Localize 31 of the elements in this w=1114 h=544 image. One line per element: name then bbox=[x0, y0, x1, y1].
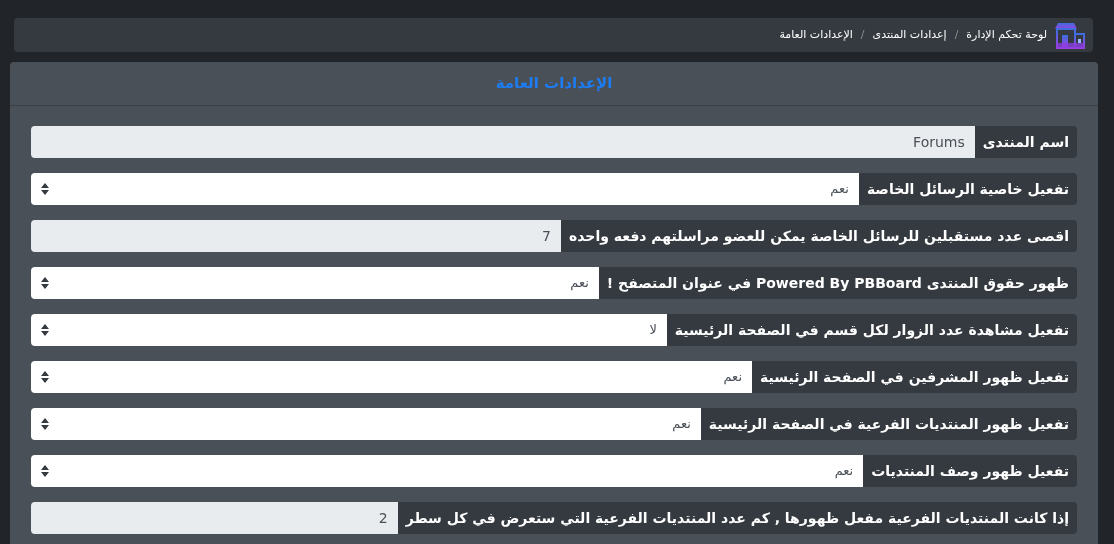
breadcrumb-item[interactable]: لوحة تحكم الإدارة bbox=[966, 26, 1047, 44]
breadcrumb-item[interactable]: إعدادات المنتدى bbox=[872, 26, 947, 44]
setting-label: إذا كانت المنتديات الفرعية مفعل ظهورها , كم عدد المنتديات الفرعية التي ستعرض في كل سطر bbox=[397, 502, 1077, 534]
store-icon bbox=[1055, 21, 1085, 49]
breadcrumb-item[interactable]: الإعدادات العامة bbox=[779, 26, 853, 44]
sort-icon bbox=[41, 183, 49, 195]
setting-label: ظهور حقوق المنتدى Powered By PBBoard في عنوان المتصفح ! bbox=[598, 267, 1077, 299]
setting-label: تفعيل ظهور المنتديات الفرعية في الصفحة الرئيسية bbox=[700, 408, 1077, 440]
select-field[interactable]: نعم bbox=[31, 361, 752, 393]
sort-icon bbox=[41, 418, 49, 430]
breadcrumb-separator: / bbox=[954, 26, 959, 43]
text-field[interactable]: Forums bbox=[31, 126, 975, 158]
text-field[interactable]: 7 bbox=[31, 220, 561, 252]
breadcrumb-separator: / bbox=[860, 26, 865, 43]
sort-icon bbox=[41, 277, 49, 289]
sort-icon bbox=[41, 371, 49, 383]
select-field[interactable]: نعم bbox=[31, 408, 701, 440]
text-field[interactable]: 2 bbox=[31, 502, 398, 534]
setting-label: تفعيل خاصية الرسائل الخاصة bbox=[858, 173, 1077, 205]
sort-icon bbox=[41, 465, 49, 477]
card-title: الإعدادات العامة bbox=[495, 73, 613, 95]
setting-label: تفعيل ظهور وصف المنتديات bbox=[863, 455, 1077, 487]
setting-label: اسم المنتدى bbox=[974, 126, 1077, 158]
select-field[interactable]: لا bbox=[31, 314, 667, 346]
setting-label: تفعيل ظهور المشرفين في الصفحة الرئيسية bbox=[752, 361, 1077, 393]
select-field[interactable]: نعم bbox=[31, 173, 859, 205]
setting-label: تفعيل مشاهدة عدد الزوار لكل قسم في الصفحة الرئيسية bbox=[666, 314, 1077, 346]
select-field[interactable]: نعم bbox=[31, 455, 864, 487]
setting-label: اقصى عدد مستقبلين للرسائل الخاصة يمكن للعضو مراسلتهم دفعه واحده bbox=[560, 220, 1077, 252]
select-field[interactable]: نعم bbox=[31, 267, 599, 299]
sort-icon bbox=[41, 324, 49, 336]
